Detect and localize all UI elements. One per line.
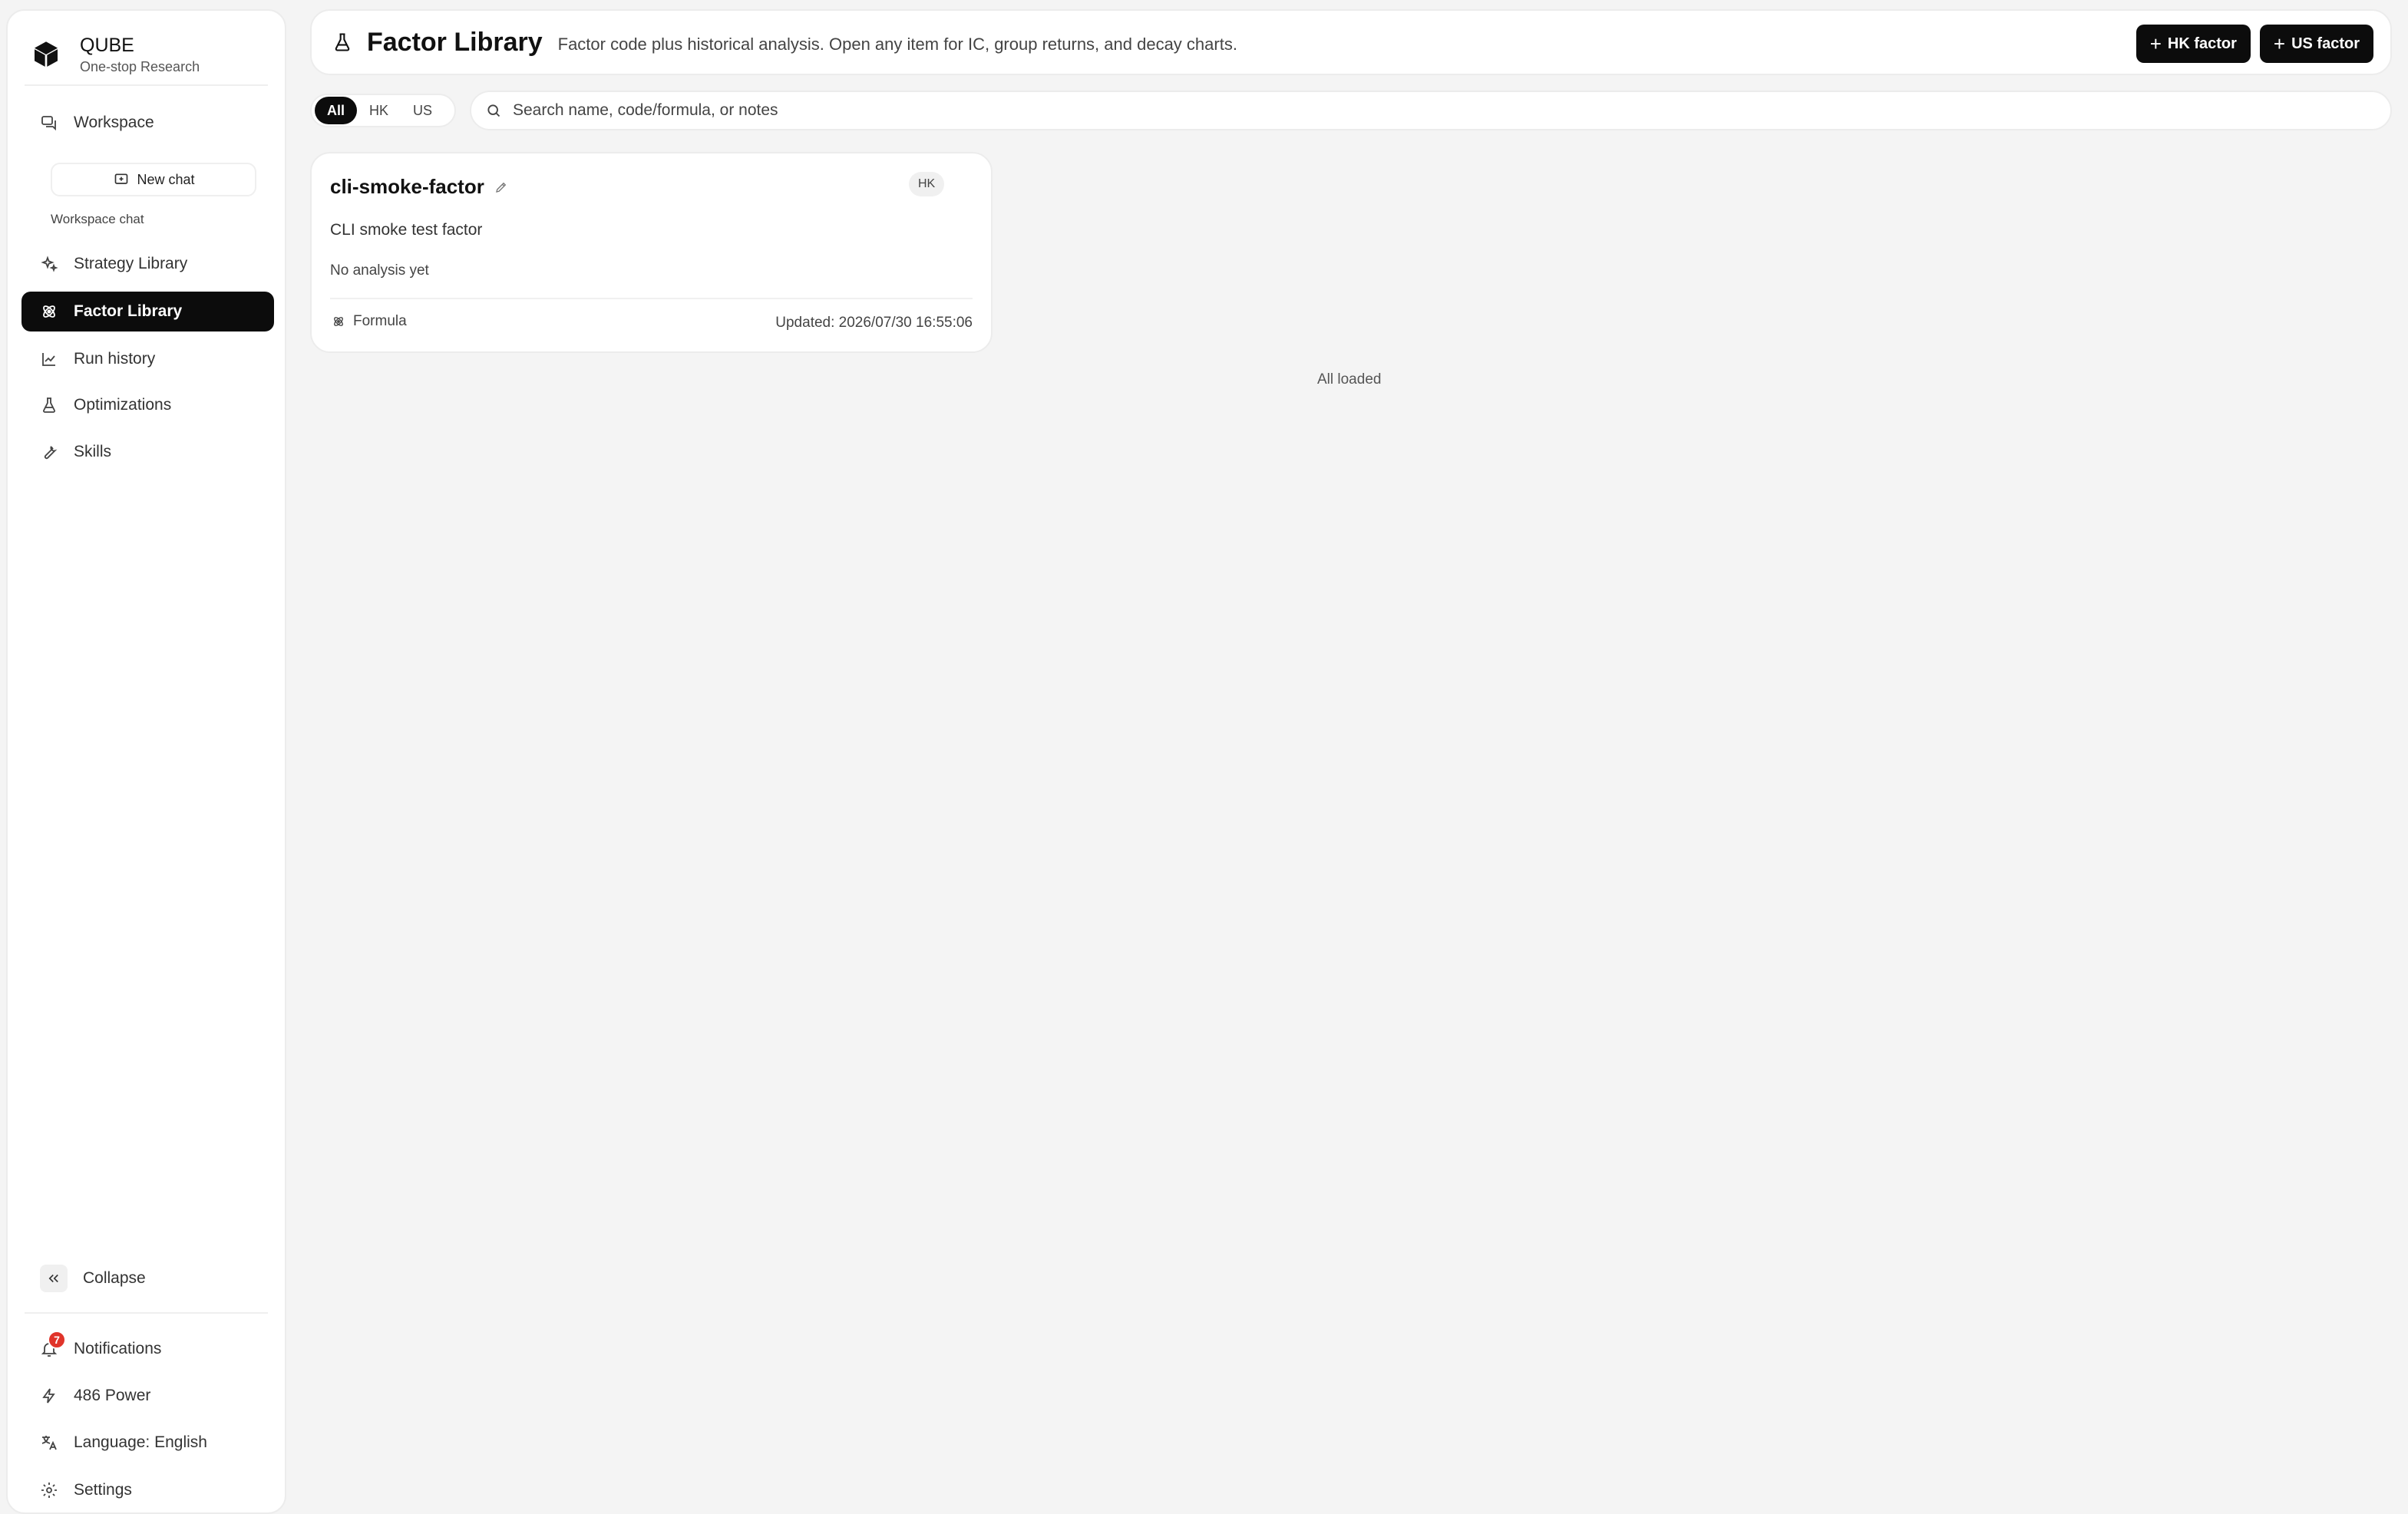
sidebar-item-power[interactable]: 486 Power — [21, 1376, 274, 1416]
sidebar-item-label: Factor Library — [74, 302, 183, 320]
factor-type: Formula — [330, 313, 407, 330]
search-bar — [470, 91, 2392, 130]
analysis-status: No analysis yet — [330, 262, 429, 279]
sidebar-item-label: Skills — [74, 443, 112, 460]
sidebar-item-label: Language: English — [74, 1433, 207, 1451]
pencil-icon[interactable] — [492, 178, 510, 196]
atom-icon — [37, 299, 61, 324]
add-hk-factor-button[interactable]: + HK factor — [2135, 25, 2251, 63]
sparkles-icon — [37, 252, 61, 276]
factor-description: CLI smoke test factor — [330, 221, 483, 239]
sidebar-item-language[interactable]: Language: English — [21, 1423, 274, 1463]
add-us-factor-button[interactable]: + US factor — [2259, 25, 2373, 63]
sidebar-item-label: Settings — [74, 1481, 132, 1499]
wrench-icon — [37, 440, 61, 464]
brand-name: QUBE — [80, 35, 134, 56]
page-description: Factor code plus historical analysis. Op… — [557, 35, 1237, 54]
divider — [330, 298, 973, 299]
divider — [25, 1312, 268, 1314]
sidebar-item-label: Notifications — [74, 1340, 162, 1357]
message-plus-icon — [112, 170, 130, 189]
collapse-label: Collapse — [83, 1269, 146, 1287]
notification-count-badge: 7 — [48, 1331, 66, 1349]
new-chat-label: New chat — [137, 171, 195, 187]
sidebar-item-optimizations[interactable]: Optimizations — [21, 385, 274, 425]
sidebar-item-run-history[interactable]: Run history — [21, 339, 274, 379]
sidebar-item-factor-library[interactable]: Factor Library — [21, 292, 274, 331]
collapse-button[interactable]: Collapse — [40, 1262, 146, 1295]
sidebar-item-strategy-library[interactable]: Strategy Library — [21, 244, 274, 284]
sidebar-item-skills[interactable]: Skills — [21, 432, 274, 472]
sidebar: QUBE One-stop Research Workspace New cha… — [6, 9, 286, 1514]
sidebar-item-label: 486 Power — [74, 1387, 151, 1404]
sidebar-item-settings[interactable]: Settings — [21, 1470, 274, 1510]
market-badge: HK — [909, 172, 945, 196]
sidebar-item-workspace[interactable]: Workspace — [21, 103, 274, 143]
line-chart-icon — [37, 347, 61, 371]
market-filter: All HK US — [310, 94, 456, 127]
factor-type-label: Formula — [353, 313, 407, 329]
button-label: HK factor — [2167, 35, 2237, 52]
page-header: Factor Library Factor code plus historic… — [310, 9, 2392, 75]
plus-icon: + — [2273, 32, 2286, 55]
factor-card[interactable]: cli-smoke-factor HK CLI smoke test facto… — [310, 152, 993, 353]
chat-icon — [37, 110, 61, 135]
factor-name: cli-smoke-factor — [330, 175, 484, 198]
atom-icon — [330, 313, 347, 330]
filter-chip-all[interactable]: All — [315, 97, 358, 124]
plus-icon: + — [2149, 32, 2162, 55]
sidebar-item-label: Run history — [74, 350, 156, 368]
brand-subtitle: One-stop Research — [80, 59, 200, 74]
new-chat-button[interactable]: New chat — [51, 163, 256, 196]
list-status: All loaded — [1317, 371, 1382, 388]
page-title: Factor Library — [367, 27, 543, 57]
flask-icon — [329, 28, 356, 56]
filter-chip-us[interactable]: US — [401, 97, 444, 124]
bell-icon: 7 — [37, 1331, 66, 1361]
flask-icon — [37, 393, 61, 417]
sidebar-item-notifications[interactable]: 7 Notifications — [21, 1329, 274, 1369]
button-label: US factor — [2291, 35, 2360, 52]
filter-chip-hk[interactable]: HK — [357, 97, 401, 124]
divider — [25, 84, 268, 86]
brand[interactable]: QUBE One-stop Research — [25, 25, 270, 84]
sidebar-item-label: Optimizations — [74, 396, 172, 414]
chevrons-left-icon — [40, 1265, 68, 1292]
sidebar-item-label: Workspace — [74, 114, 154, 131]
search-input[interactable] — [513, 101, 2355, 120]
search-icon — [484, 101, 504, 120]
workspace-chat-link[interactable]: Workspace chat — [51, 212, 144, 227]
cube-icon — [25, 33, 68, 76]
sidebar-item-label: Strategy Library — [74, 255, 188, 272]
updated-timestamp: Updated: 2026/07/30 16:55:06 — [775, 315, 973, 331]
lightning-icon — [37, 1384, 61, 1408]
translate-icon — [37, 1430, 61, 1455]
gear-icon — [37, 1478, 61, 1502]
